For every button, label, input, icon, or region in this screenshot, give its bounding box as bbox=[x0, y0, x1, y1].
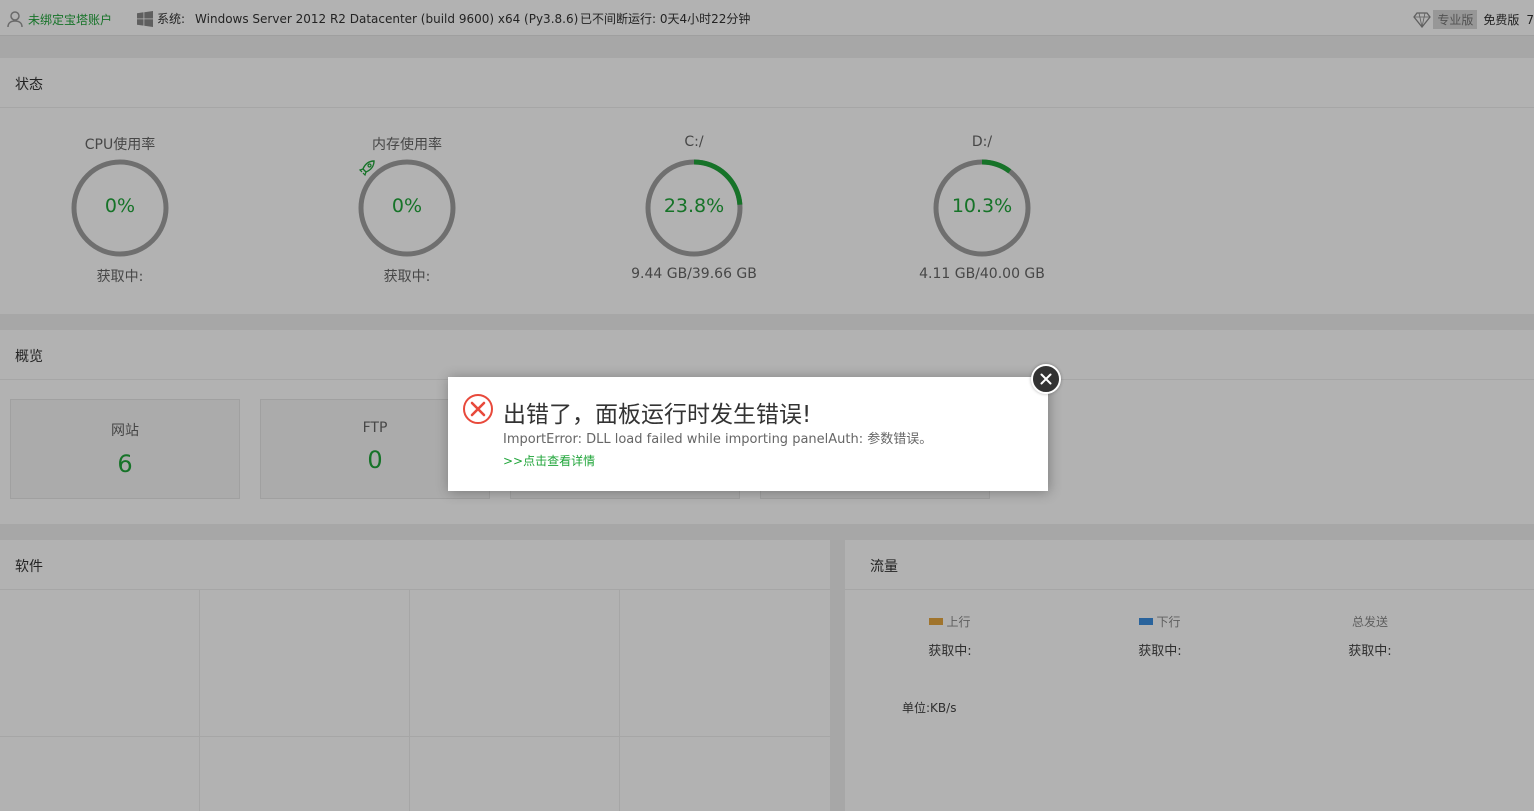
dialog-message: ImportError: DLL load failed while impor… bbox=[503, 432, 933, 447]
dialog-title: 出错了，面板运行时发生错误! bbox=[503, 402, 812, 428]
view-details-link[interactable]: >>点击查看详情 bbox=[503, 452, 595, 469]
close-icon bbox=[1040, 373, 1052, 385]
error-icon bbox=[463, 394, 493, 424]
error-dialog: 出错了，面板运行时发生错误! ImportError: DLL load fai… bbox=[448, 377, 1048, 491]
dialog-close-button[interactable] bbox=[1031, 364, 1061, 394]
